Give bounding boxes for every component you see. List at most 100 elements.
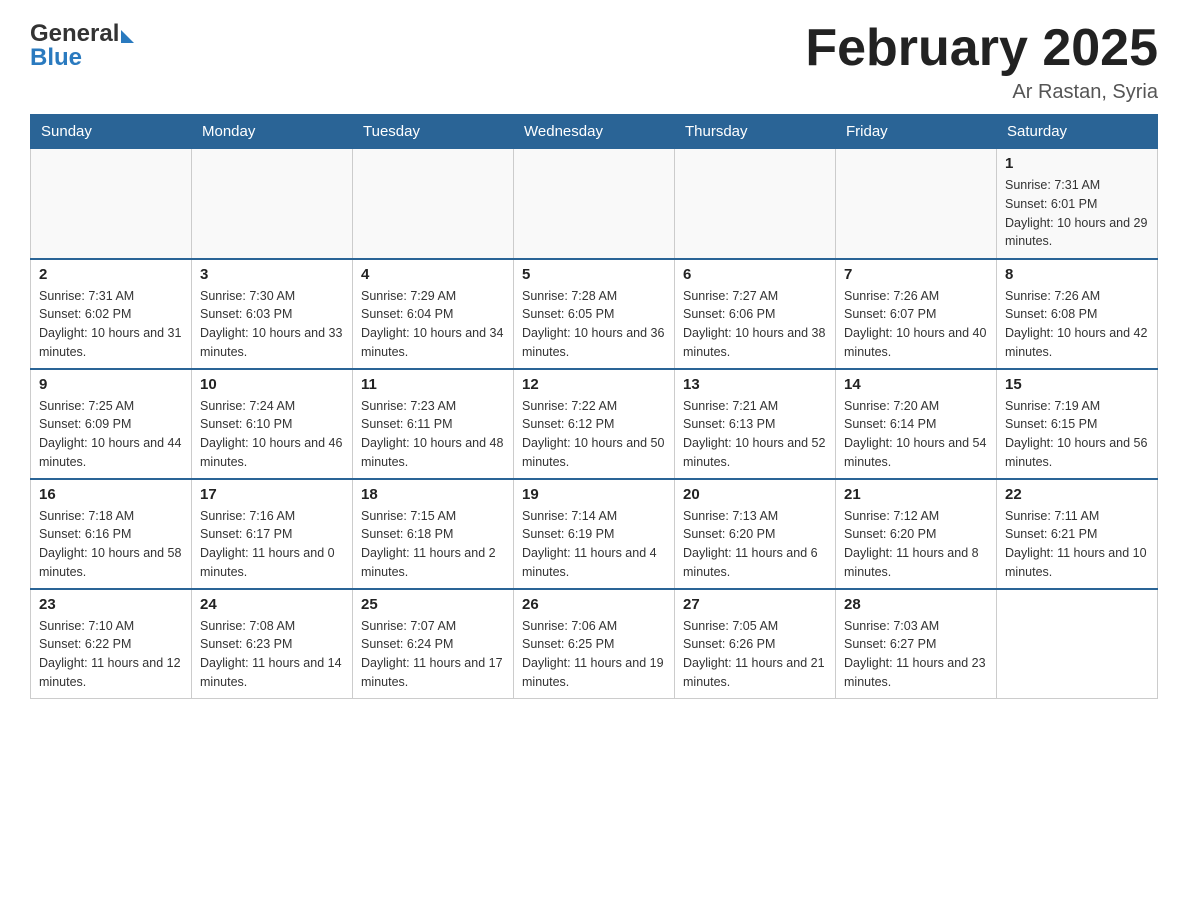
calendar-cell: 10 Sunrise: 7:24 AMSunset: 6:10 PMDayligh…	[192, 369, 353, 479]
calendar-cell	[836, 149, 997, 259]
day-info: Sunrise: 7:07 AMSunset: 6:24 PMDaylight:…	[361, 617, 505, 692]
day-info: Sunrise: 7:12 AMSunset: 6:20 PMDaylight:…	[844, 507, 988, 582]
calendar-cell: 23 Sunrise: 7:10 AMSunset: 6:22 PMDayligh…	[31, 589, 192, 699]
calendar-cell: 4 Sunrise: 7:29 AMSunset: 6:04 PMDaylight…	[353, 259, 514, 369]
col-header-tuesday: Tuesday	[353, 115, 514, 149]
day-info: Sunrise: 7:10 AMSunset: 6:22 PMDaylight:…	[39, 617, 183, 692]
col-header-sunday: Sunday	[31, 115, 192, 149]
calendar-cell: 28Sunrise: 7:03 AMSunset: 6:27 PMDayligh…	[836, 589, 997, 699]
day-number: 11	[361, 376, 505, 393]
calendar-cell: 19 Sunrise: 7:14 AMSunset: 6:19 PMDayligh…	[514, 479, 675, 589]
day-number: 15	[1005, 376, 1149, 393]
day-info: Sunrise: 7:08 AMSunset: 6:23 PMDaylight:…	[200, 617, 344, 692]
day-info: Sunrise: 7:11 AMSunset: 6:21 PMDaylight:…	[1005, 507, 1149, 582]
col-header-saturday: Saturday	[997, 115, 1158, 149]
logo-blue-label: Blue	[30, 44, 82, 72]
calendar-week-1: 1Sunrise: 7:31 AMSunset: 6:01 PMDaylight…	[31, 149, 1158, 259]
location-subtitle: Ar Rastan, Syria	[805, 81, 1158, 104]
calendar-cell: 16 Sunrise: 7:18 AMSunset: 6:16 PMDayligh…	[31, 479, 192, 589]
calendar-cell: 2 Sunrise: 7:31 AMSunset: 6:02 PMDaylight…	[31, 259, 192, 369]
page-header: General​ Blue February 2025 Ar Rastan, S…	[30, 20, 1158, 104]
logo: General​ Blue	[30, 20, 134, 72]
day-number: 17	[200, 486, 344, 503]
day-number: 21	[844, 486, 988, 503]
day-info: Sunrise: 7:05 AMSunset: 6:26 PMDaylight:…	[683, 617, 827, 692]
calendar-cell: 7Sunrise: 7:26 AMSunset: 6:07 PMDaylight…	[836, 259, 997, 369]
day-number: 10	[200, 376, 344, 393]
day-info: Sunrise: 7:18 AMSunset: 6:16 PMDaylight:…	[39, 507, 183, 582]
calendar-week-2: 2 Sunrise: 7:31 AMSunset: 6:02 PMDaylight…	[31, 259, 1158, 369]
day-number: 16	[39, 486, 183, 503]
calendar-cell	[675, 149, 836, 259]
day-info: Sunrise: 7:29 AMSunset: 6:04 PMDaylight:…	[361, 287, 505, 362]
calendar-cell	[514, 149, 675, 259]
day-info: Sunrise: 7:19 AMSunset: 6:15 PMDaylight:…	[1005, 397, 1149, 472]
logo-triangle-icon	[121, 30, 134, 43]
title-block: February 2025 Ar Rastan, Syria	[805, 20, 1158, 104]
calendar-table: SundayMondayTuesdayWednesdayThursdayFrid…	[30, 114, 1158, 699]
day-number: 19	[522, 486, 666, 503]
day-number: 27	[683, 596, 827, 613]
calendar-cell	[31, 149, 192, 259]
day-number: 4	[361, 266, 505, 283]
day-info: Sunrise: 7:20 AMSunset: 6:14 PMDaylight:…	[844, 397, 988, 472]
day-number: 6	[683, 266, 827, 283]
calendar-cell: 27 Sunrise: 7:05 AMSunset: 6:26 PMDayligh…	[675, 589, 836, 699]
day-number: 26	[522, 596, 666, 613]
calendar-cell	[192, 149, 353, 259]
day-info: Sunrise: 7:22 AMSunset: 6:12 PMDaylight:…	[522, 397, 666, 472]
day-info: Sunrise: 7:24 AMSunset: 6:10 PMDaylight:…	[200, 397, 344, 472]
calendar-cell: 24Sunrise: 7:08 AMSunset: 6:23 PMDayligh…	[192, 589, 353, 699]
calendar-cell: 17Sunrise: 7:16 AMSunset: 6:17 PMDayligh…	[192, 479, 353, 589]
calendar-cell: 22 Sunrise: 7:11 AMSunset: 6:21 PMDayligh…	[997, 479, 1158, 589]
month-title: February 2025	[805, 20, 1158, 77]
logo-general-label: General	[30, 20, 119, 47]
calendar-cell: 12 Sunrise: 7:22 AMSunset: 6:12 PMDayligh…	[514, 369, 675, 479]
day-number: 5	[522, 266, 666, 283]
col-header-wednesday: Wednesday	[514, 115, 675, 149]
day-number: 2	[39, 266, 183, 283]
col-header-friday: Friday	[836, 115, 997, 149]
day-info: Sunrise: 7:03 AMSunset: 6:27 PMDaylight:…	[844, 617, 988, 692]
calendar-week-4: 16 Sunrise: 7:18 AMSunset: 6:16 PMDayligh…	[31, 479, 1158, 589]
calendar-cell: 11 Sunrise: 7:23 AMSunset: 6:11 PMDayligh…	[353, 369, 514, 479]
calendar-header-row: SundayMondayTuesdayWednesdayThursdayFrid…	[31, 115, 1158, 149]
day-number: 18	[361, 486, 505, 503]
day-info: Sunrise: 7:27 AMSunset: 6:06 PMDaylight:…	[683, 287, 827, 362]
calendar-cell: 5 Sunrise: 7:28 AMSunset: 6:05 PMDaylight…	[514, 259, 675, 369]
day-info: Sunrise: 7:21 AMSunset: 6:13 PMDaylight:…	[683, 397, 827, 472]
calendar-cell: 9Sunrise: 7:25 AMSunset: 6:09 PMDaylight…	[31, 369, 192, 479]
calendar-cell: 20 Sunrise: 7:13 AMSunset: 6:20 PMDayligh…	[675, 479, 836, 589]
day-number: 12	[522, 376, 666, 393]
day-number: 9	[39, 376, 183, 393]
day-info: Sunrise: 7:23 AMSunset: 6:11 PMDaylight:…	[361, 397, 505, 472]
day-number: 25	[361, 596, 505, 613]
day-info: Sunrise: 7:28 AMSunset: 6:05 PMDaylight:…	[522, 287, 666, 362]
day-info: Sunrise: 7:30 AMSunset: 6:03 PMDaylight:…	[200, 287, 344, 362]
day-info: Sunrise: 7:31 AMSunset: 6:02 PMDaylight:…	[39, 287, 183, 362]
day-number: 8	[1005, 266, 1149, 283]
calendar-cell: 13 Sunrise: 7:21 AMSunset: 6:13 PMDayligh…	[675, 369, 836, 479]
calendar-cell: 15 Sunrise: 7:19 AMSunset: 6:15 PMDayligh…	[997, 369, 1158, 479]
calendar-cell: 18 Sunrise: 7:15 AMSunset: 6:18 PMDayligh…	[353, 479, 514, 589]
day-number: 23	[39, 596, 183, 613]
day-number: 3	[200, 266, 344, 283]
col-header-thursday: Thursday	[675, 115, 836, 149]
calendar-cell: 8Sunrise: 7:26 AMSunset: 6:08 PMDaylight…	[997, 259, 1158, 369]
day-number: 14	[844, 376, 988, 393]
day-number: 13	[683, 376, 827, 393]
day-info: Sunrise: 7:14 AMSunset: 6:19 PMDaylight:…	[522, 507, 666, 582]
day-info: Sunrise: 7:15 AMSunset: 6:18 PMDaylight:…	[361, 507, 505, 582]
calendar-cell: 14 Sunrise: 7:20 AMSunset: 6:14 PMDayligh…	[836, 369, 997, 479]
calendar-week-3: 9Sunrise: 7:25 AMSunset: 6:09 PMDaylight…	[31, 369, 1158, 479]
calendar-cell: 1Sunrise: 7:31 AMSunset: 6:01 PMDaylight…	[997, 149, 1158, 259]
day-number: 20	[683, 486, 827, 503]
calendar-cell: 26Sunrise: 7:06 AMSunset: 6:25 PMDayligh…	[514, 589, 675, 699]
day-info: Sunrise: 7:13 AMSunset: 6:20 PMDaylight:…	[683, 507, 827, 582]
calendar-week-5: 23 Sunrise: 7:10 AMSunset: 6:22 PMDayligh…	[31, 589, 1158, 699]
day-number: 7	[844, 266, 988, 283]
day-number: 22	[1005, 486, 1149, 503]
day-number: 1	[1005, 155, 1149, 172]
col-header-monday: Monday	[192, 115, 353, 149]
calendar-cell: 6 Sunrise: 7:27 AMSunset: 6:06 PMDaylight…	[675, 259, 836, 369]
